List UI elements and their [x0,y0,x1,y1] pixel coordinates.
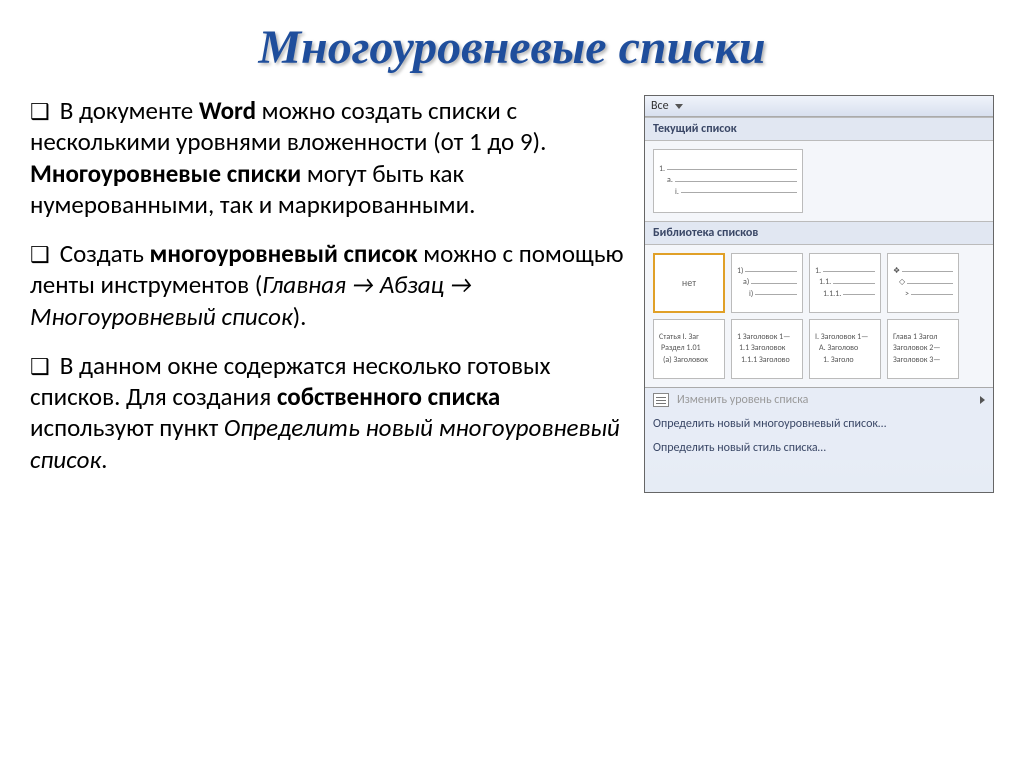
text-bold: многоуровневый список [150,238,418,269]
panel-footer: Изменить уровень списка Определить новый… [645,387,993,460]
lvl2: 1.1. [819,277,831,288]
section-library: Библиотека списков [645,221,993,245]
lvl1: Статья I. Заг [659,332,699,343]
menu-label: Изменить уровень списка [677,393,808,407]
list-option-c[interactable]: 1. 1.1. 1.1.1. [809,253,881,313]
list-option-b[interactable]: 1) a) i) [731,253,803,313]
dropdown-label: Все [651,99,669,113]
current-list-grid: 1. a. i. [645,141,993,221]
lvl1: Глава 1 Загол [893,332,937,343]
bullet-icon [30,238,60,269]
define-new-list-item[interactable]: Определить новый многоуровневый список… [645,412,993,436]
lvl2: Раздел 1.01 [661,343,701,354]
list-option-none[interactable]: нет [653,253,725,313]
paragraph-2: Создать многоуровневый список можно с по… [30,238,624,332]
list-option-g[interactable]: I. Заголовок 1— A. Заголово 1. Заголо [809,319,881,379]
lvl1: 1 Заголовок 1— [737,332,790,343]
text: используют пункт [30,412,224,443]
all-dropdown[interactable]: Все [651,99,683,113]
text-bold: Многоуровневые списки [30,158,301,189]
chevron-right-icon [980,396,985,404]
lvl3: Заголовок 3— [893,355,941,366]
menu-label: Определить новый стиль списка… [653,441,826,455]
panel-header[interactable]: Все [645,96,993,117]
menu-label: Определить новый многоуровневый список… [653,417,886,431]
list-option-d[interactable]: ❖ ◇ > [887,253,959,313]
lvl3: i) [749,289,753,300]
lvl1: 1. [659,164,665,175]
text: В документе [60,95,199,126]
list-option-f[interactable]: 1 Заголовок 1— 1.1 Заголовок 1.1.1 Загол… [731,319,803,379]
lvl1: 1. [815,266,821,277]
lvl3: i. [675,187,679,198]
content-area: В документе Word можно создать списки с … [30,95,994,493]
lvl1: ❖ [893,266,900,277]
paragraph-1: В документе Word можно создать списки с … [30,95,624,220]
lvl3: > [905,289,909,300]
library-grid: нет 1) a) i) 1. 1.1. 1.1.1. ❖ ◇ > Статья… [645,245,993,387]
paragraph-3: В данном окне содержатся несколько готов… [30,350,624,475]
lvl2: A. Заголово [819,343,858,354]
indent-icon [653,393,669,407]
page-title: Многоуровневые списки [30,20,994,75]
lvl3: 1. Заголо [823,355,854,366]
list-option-current[interactable]: 1. a. i. [653,149,803,213]
lvl2: a. [667,175,673,186]
chevron-down-icon [675,104,683,109]
text-bold: Word [199,95,256,126]
text: . [101,444,107,475]
text-bold: собственного списка [277,381,500,412]
lvl3: 1.1.1. [823,289,841,300]
list-option-h[interactable]: Глава 1 Загол Заголовок 2— Заголовок 3— [887,319,959,379]
lvl2: Заголовок 2— [893,343,941,354]
lvl1: 1) [737,266,743,277]
bullet-icon [30,95,60,126]
bullet-icon [30,350,60,381]
define-new-style-item[interactable]: Определить новый стиль списка… [645,436,993,460]
section-current-list: Текущий список [645,117,993,141]
lvl3: 1.1.1 Заголово [741,355,790,366]
lvl2: a) [743,277,749,288]
lvl3: (a) Заголовок [663,355,708,366]
list-option-e[interactable]: Статья I. Заг Раздел 1.01 (a) Заголовок [653,319,725,379]
text: Создать [60,238,150,269]
lvl2: 1.1 Заголовок [739,343,785,354]
lvl2: ◇ [899,277,905,288]
text-column: В документе Word можно создать списки с … [30,95,624,493]
lvl1: I. Заголовок 1— [815,332,868,343]
multilevel-list-panel: Все Текущий список 1. a. i. Библиотека с… [644,95,994,493]
change-level-item: Изменить уровень списка [645,388,993,412]
none-label: нет [682,276,696,290]
text: ). [293,301,307,332]
